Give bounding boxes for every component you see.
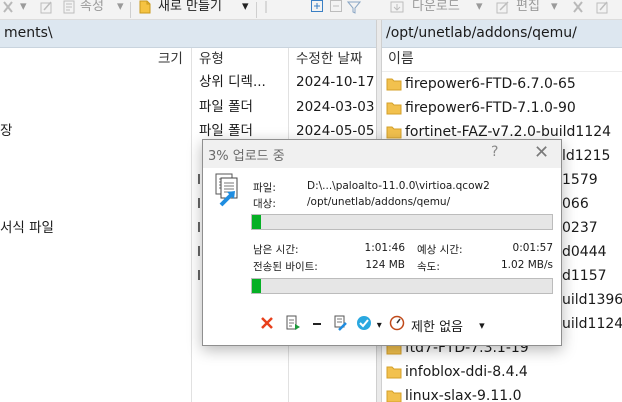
folder-row[interactable]: linux-slax-9.11.0 [386,385,522,402]
dialog-toolbar: ▾ 제한 없음 ▾ [259,315,485,335]
expand-icon[interactable] [311,0,323,20]
dropdown-arrow-icon[interactable]: ▾ [20,0,27,20]
local-path-bar[interactable]: ments\ [0,20,376,48]
column-header-size[interactable]: 크기 [158,48,183,72]
rename-icon[interactable] [596,0,610,20]
dropdown-arrow-icon[interactable]: ▾ [479,319,485,332]
dropdown-arrow-icon[interactable]: ▾ [551,0,558,20]
file-progress-fill [252,215,261,229]
file-path: D:\...\paloalto-11.0.0\virtioa.qcow2 [307,180,490,192]
speed-limit-select[interactable]: 제한 없음 [411,316,463,335]
collapse-icon[interactable] [330,0,342,20]
folder-name: firepower6-FTD-6.7.0-65 [405,76,576,92]
dialog-title: 3% 업로드 중 [208,149,285,164]
list-item-suffix: 1579 [562,172,598,188]
edit-button[interactable]: 편집 [516,0,540,20]
column-header-modified[interactable]: 수정한 날짜 [296,48,376,72]
list-item-suffix: d0444 [562,244,607,260]
upload-progress-dialog: 3% 업로드 중 ? ✕ 파일: D:\...\paloalto-11.0.0\… [202,139,562,346]
remaining-time-label: 남은 시간: [253,244,299,256]
dropdown-arrow-icon[interactable]: ▾ [117,0,124,20]
remaining-time-value: 1:01:46 [364,242,405,254]
row-type: I [197,268,201,284]
folder-icon [386,364,402,386]
target-path: /opt/unetlab/addons/qemu/ [307,196,451,208]
column-header-type[interactable]: 유형 [199,48,224,72]
list-item-suffix: uild1396 [562,292,622,308]
file-label: 파일: [253,182,276,194]
edit-icon[interactable] [496,0,510,20]
row-type: I [197,196,201,212]
total-progress-fill [252,279,261,293]
transferred-bytes-label: 전송된 바이트: [253,261,318,273]
folder-icon [386,100,402,122]
help-button[interactable]: ? [491,144,498,160]
list-item-suffix: d1157 [562,268,607,284]
estimated-time-value: 0:01:57 [512,242,553,254]
list-item-suffix: ld1215 [562,148,611,164]
rename-icon[interactable] [40,0,54,20]
dialog-title-bar[interactable]: 3% 업로드 중 ? ✕ [203,140,561,168]
close-button[interactable]: ✕ [534,142,549,163]
dropdown-arrow-icon[interactable]: ▾ [476,0,483,20]
list-item-suffix: 0237 [562,220,598,236]
total-progress-bar [251,278,553,294]
row-type: I [197,220,201,236]
new-file-icon[interactable] [138,0,152,20]
properties-button[interactable]: 속성 [80,0,104,20]
row-modified[interactable]: 2024-05-05 [296,121,374,141]
file-progress-bar [251,214,553,230]
speed-value: 1.02 MB/s [501,259,553,271]
remote-path-bar[interactable]: /opt/unetlab/addons/qemu/ [382,20,622,48]
row-name[interactable]: 장 [0,121,12,141]
folder-icon [386,388,402,402]
transfer-queue-icon[interactable] [333,315,349,335]
folder-row[interactable]: firepower6-FTD-7.1.0-90 [386,97,576,121]
column-divider [191,48,192,402]
folder-name: infoblox-ddi-8.4.4 [405,364,528,380]
toolbar: ▾ 속성 ▾ 새로 만들기 ▾ 다운로드 ▾ 편집 ▾ [0,0,622,20]
folder-name: linux-slax-9.11.0 [405,388,522,402]
properties-icon[interactable] [62,0,76,20]
toolbar-divider [130,2,131,18]
minimize-to-queue-icon[interactable] [285,315,301,335]
upload-icon [213,173,243,211]
winscp-window: ▾ 속성 ▾ 새로 만들기 ▾ 다운로드 ▾ 편집 ▾ ments\ /opt/… [0,0,622,402]
delete-icon[interactable] [2,0,14,20]
folder-icon [386,76,402,98]
minimize-icon[interactable] [311,315,323,335]
back-arrow-icon[interactable] [264,0,276,20]
speed-label: 속도: [417,261,440,273]
row-type: I [197,172,201,188]
target-label: 대상: [253,198,276,210]
speed-limit-icon[interactable] [389,315,405,335]
row-type: I [197,244,201,260]
transferred-bytes-value: 124 MB [365,259,405,271]
check-icon[interactable] [356,315,372,335]
dropdown-arrow-icon[interactable]: ▾ [377,320,382,331]
row-type[interactable]: 상위 디렉... [199,72,266,92]
row-name[interactable]: 서식 파일 [0,218,54,238]
download-button[interactable]: 다운로드 [412,0,460,20]
cancel-icon[interactable] [259,315,275,335]
row-modified[interactable]: 2024-10-17 [296,72,374,92]
folder-name: fortinet-FAZ-v7.2.0-build1124 [405,124,612,140]
row-type[interactable]: 파일 폴더 [199,97,253,117]
list-item-suffix: uild1124 [562,316,622,332]
row-modified[interactable]: 2024-03-03 [296,97,374,117]
toolbar-divider [256,2,257,18]
new-button[interactable]: 새로 만들기 [158,0,222,20]
folder-row[interactable]: infoblox-ddi-8.4.4 [386,361,528,385]
row-type[interactable]: 파일 폴더 [199,121,253,141]
column-header-name[interactable]: 이름 [382,48,622,72]
folder-name: firepower6-FTD-7.1.0-90 [405,100,576,116]
estimated-time-label: 예상 시간: [417,244,463,256]
dropdown-arrow-icon[interactable]: ▾ [242,0,249,20]
list-item-suffix: 066 [562,196,589,212]
filter-icon[interactable] [346,0,362,20]
download-icon[interactable] [390,0,404,20]
delete-icon[interactable] [572,0,584,20]
folder-row[interactable]: firepower6-FTD-6.7.0-65 [386,73,576,97]
